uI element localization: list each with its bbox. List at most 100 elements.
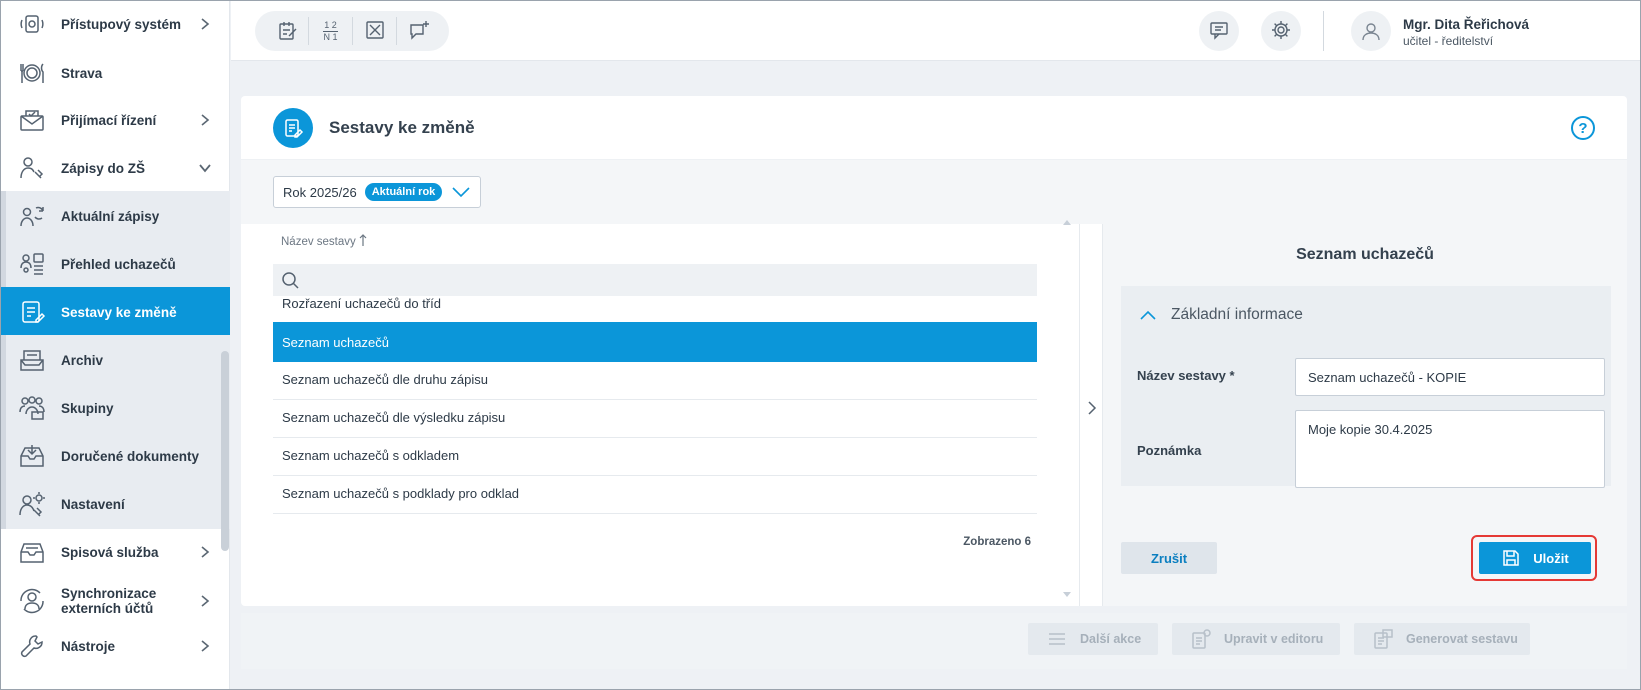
chevron-up-icon [1140, 310, 1156, 320]
table-row[interactable]: Seznam uchazečů dle výsledku zápisu [273, 398, 1037, 438]
section-title: Základní informace [1171, 306, 1303, 323]
x-box-icon [364, 19, 386, 44]
user-gear-icon [18, 490, 46, 518]
app-window: Přístupový systém Strava Přijímací řízen… [0, 0, 1641, 690]
sidebar-item-enrollment[interactable]: Zápisy do ZŠ [1, 143, 230, 193]
row-count: Zobrazeno 6 [963, 536, 1031, 548]
floppy-disk-icon [1503, 550, 1520, 566]
sort-ascending-icon[interactable] [359, 233, 367, 247]
generate-report-button[interactable]: Generovat sestavu [1354, 623, 1530, 655]
detail-toggle[interactable] [1079, 224, 1103, 606]
edit-in-editor-label: Upravit v editoru [1224, 632, 1324, 646]
inbox-icon [18, 442, 46, 470]
edit-in-editor-button[interactable]: Upravit v editoru [1172, 623, 1340, 655]
save-label: Uložit [1533, 550, 1569, 566]
settings-button[interactable] [1261, 11, 1301, 51]
sidebar-item-filing-service[interactable]: Spisová služba [1, 527, 230, 577]
note-label: Poznámka [1137, 443, 1202, 458]
table-row[interactable]: Rozřazení uchazečů do tříd [273, 284, 1037, 324]
action-bar: Další akce Upravit v editoru Generovat s… [241, 613, 1627, 669]
menu-lines-icon [1049, 633, 1065, 645]
cancel-button[interactable]: Zrušit [1121, 542, 1217, 574]
user-role: učitel - ředitelství [1403, 34, 1494, 48]
gear-icon [1270, 19, 1292, 44]
sidebar-item-settings[interactable]: Nastavení [1, 479, 230, 529]
messages-button[interactable] [1199, 11, 1239, 51]
applicants-list-icon [18, 250, 46, 278]
sidebar-item-current-enrollments[interactable]: Aktuální zápisy [1, 191, 230, 241]
section-toggle[interactable]: Základní informace [1139, 306, 1303, 324]
chevron-right-icon [198, 594, 212, 608]
note-field[interactable]: Moje kopie 30.4.2025 [1295, 410, 1605, 488]
sidebar-item-access-system[interactable]: Přístupový systém [1, 1, 230, 49]
grades-button[interactable]: 1 2 N 1 [309, 17, 353, 45]
report-edit-icon [273, 108, 313, 148]
absence-button[interactable] [353, 17, 397, 45]
scroll-down-arrow[interactable] [1063, 592, 1071, 597]
report-name-label: Název sestavy * [1137, 368, 1235, 383]
sidebar-item-label: Zápisy do ZŠ [61, 160, 146, 176]
sidebar-item-admission[interactable]: Přijímací řízení [1, 95, 230, 145]
chat-icon [1208, 19, 1230, 44]
detail-title: Seznam uchazečů [1296, 246, 1434, 263]
sidebar-item-archive[interactable]: Archiv [1, 335, 230, 385]
sidebar-item-label: Synchronizace externích účtů [61, 586, 157, 616]
sidebar-item-label: Aktuální zápisy [61, 208, 160, 224]
more-actions-label: Další akce [1080, 632, 1142, 646]
save-button[interactable]: Uložit [1479, 542, 1591, 574]
admission-icon [18, 106, 46, 134]
basic-info-section: Základní informace Název sestavy * Pozná… [1121, 286, 1611, 488]
fraction-top: 1 2 [324, 19, 337, 30]
sidebar-item-sync-accounts[interactable]: Synchronizace externích účtů [1, 575, 230, 627]
chevron-right-icon [198, 113, 212, 127]
scroll-up-arrow[interactable] [1063, 220, 1071, 225]
sidebar-item-label: Archiv [61, 352, 104, 368]
users-refresh-icon [18, 202, 46, 230]
table-row-selected[interactable]: Seznam uchazečů [273, 322, 1037, 362]
groups-icon [18, 394, 46, 422]
new-message-button[interactable] [397, 17, 441, 45]
sidebar: Přístupový systém Strava Přijímací řízen… [1, 1, 230, 689]
sidebar-item-label: Spisová služba [61, 544, 159, 560]
chevron-right-icon [198, 17, 212, 31]
table-row[interactable]: Seznam uchazečů s podklady pro odklad [273, 474, 1037, 514]
sidebar-item-label: Nástroje [61, 638, 116, 654]
sidebar-item-received-documents[interactable]: Doručené dokumenty [1, 431, 230, 481]
card-header: Sestavy ke změně ? [241, 96, 1627, 160]
report-name-field[interactable] [1295, 358, 1605, 396]
sync-icon [18, 587, 46, 615]
sidebar-item-groups[interactable]: Skupiny [1, 383, 230, 433]
toolbar-group: 1 2 N 1 [255, 11, 449, 51]
fraction-icon: 1 2 N 1 [323, 19, 338, 42]
access-system-icon [18, 10, 46, 38]
year-select[interactable]: Rok 2025/26 Aktuální rok [273, 176, 481, 208]
avatar[interactable] [1351, 11, 1391, 51]
topbar-divider [1323, 11, 1324, 51]
notepad-edit-icon [276, 19, 298, 44]
sidebar-item-tools[interactable]: Nástroje [1, 621, 230, 671]
wrench-icon [18, 632, 46, 660]
column-header-report-name[interactable]: Název sestavy [281, 236, 356, 248]
table-row[interactable]: Seznam uchazečů dle druhu zápisu [273, 360, 1037, 400]
help-button[interactable]: ? [1571, 116, 1595, 140]
detail-panel: Seznam uchazečů Základní informace Název… [1103, 224, 1627, 606]
plate-icon [18, 59, 46, 87]
top-bar: 1 2 N 1 Mgr. Dita Řeřichová učitel - řed… [231, 1, 1640, 61]
user-name[interactable]: Mgr. Dita Řeřichová [1403, 17, 1529, 32]
generate-report-label: Generovat sestavu [1406, 632, 1518, 646]
chevron-right-icon [198, 545, 212, 559]
sidebar-scrollbar[interactable] [221, 351, 229, 551]
page-title: Sestavy ke změně [329, 118, 475, 137]
chevron-down-icon [198, 161, 212, 175]
sidebar-item-reports-to-edit[interactable]: Sestavy ke změně [1, 287, 230, 337]
sidebar-item-food[interactable]: Strava [1, 48, 230, 98]
sidebar-item-applicants-overview[interactable]: Přehled uchazečů [1, 239, 230, 289]
table-row[interactable]: Seznam uchazečů s odkladem [273, 436, 1037, 476]
more-actions-button[interactable]: Další akce [1028, 623, 1158, 655]
year-value: Rok 2025/26 [283, 184, 357, 200]
notepad-button[interactable] [265, 17, 309, 45]
main-card: Sestavy ke změně ? Rok 2025/26 Aktuální … [241, 96, 1627, 606]
archive-icon [18, 346, 46, 374]
document-gear-icon [1192, 629, 1211, 649]
chevron-right-icon [1088, 401, 1097, 415]
